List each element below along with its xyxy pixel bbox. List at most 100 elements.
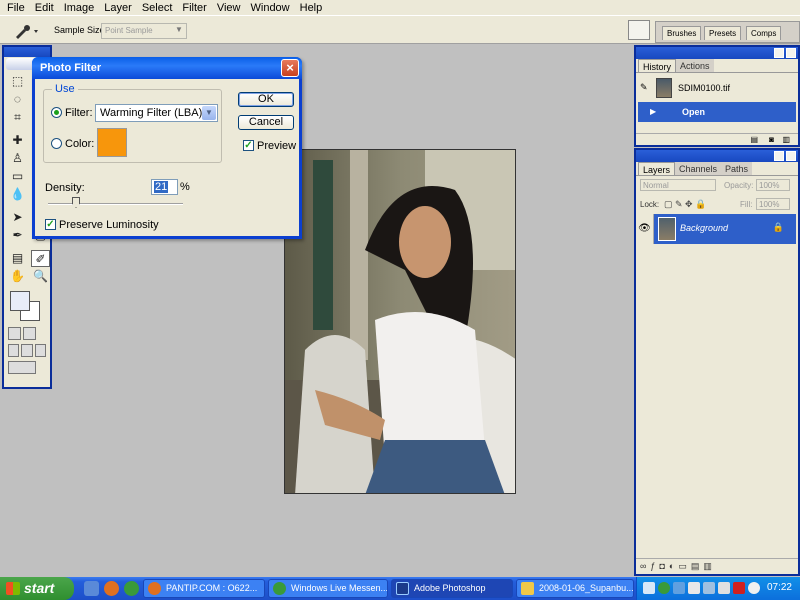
dialog-title-bar[interactable]: Photo Filter × xyxy=(32,57,302,79)
tray-k-icon[interactable] xyxy=(733,582,745,594)
history-palette-title-bar[interactable] xyxy=(636,47,798,59)
foreground-color-swatch[interactable] xyxy=(10,291,30,311)
ok-button[interactable]: OK xyxy=(238,92,294,107)
notes-tool-icon[interactable]: ▤ xyxy=(8,250,27,267)
history-brush-source-icon[interactable]: ✎ xyxy=(640,82,648,93)
tab-channels[interactable]: Channels xyxy=(675,162,722,175)
tray-wifi-icon[interactable] xyxy=(673,582,685,594)
document-canvas-photo[interactable] xyxy=(284,149,516,494)
crop-tool-icon[interactable]: ⌗ xyxy=(8,109,27,126)
filter-select[interactable]: Warming Filter (LBA) ▼ xyxy=(95,104,218,122)
clone-stamp-tool-icon[interactable]: ♙ xyxy=(8,150,27,167)
quick-mask-mode-icon[interactable] xyxy=(23,327,36,340)
eyedropper-tool-icon[interactable]: ✐ xyxy=(31,250,50,267)
path-selection-tool-icon[interactable]: ➤ xyxy=(8,209,27,226)
tab-actions[interactable]: Actions xyxy=(676,59,714,72)
well-tab-comps[interactable]: Comps xyxy=(746,26,782,40)
density-input[interactable]: 21 xyxy=(151,179,178,195)
close-icon[interactable] xyxy=(786,48,796,58)
eye-icon[interactable]: 👁 xyxy=(636,214,654,244)
preview-checkbox[interactable]: ✓ xyxy=(243,140,254,151)
pen-tool-icon[interactable]: ✒ xyxy=(8,227,27,244)
lock-icons[interactable]: ▢ ✎ ✥ 🔒 xyxy=(664,199,706,210)
show-desktop-icon[interactable] xyxy=(84,581,99,596)
cancel-button[interactable]: Cancel xyxy=(238,115,294,130)
screen-mode-full-menu-icon[interactable] xyxy=(21,344,33,357)
density-slider-track[interactable] xyxy=(48,203,183,205)
tray-security-icon[interactable] xyxy=(748,582,760,594)
well-tab-brushes[interactable]: Brushes xyxy=(662,26,702,40)
layer-mask-icon[interactable]: ◘ xyxy=(659,561,664,572)
firefox-icon[interactable] xyxy=(104,581,119,596)
tray-volume-icon[interactable] xyxy=(718,582,730,594)
state-arrow-icon: ▶ xyxy=(650,107,657,116)
layer-row-background[interactable]: 👁 Background 🔒 xyxy=(636,214,796,244)
well-tab-presets[interactable]: Presets xyxy=(704,26,742,40)
history-state-open[interactable]: ▶ Open xyxy=(638,102,796,122)
menu-file[interactable]: File xyxy=(2,2,30,14)
menu-view[interactable]: View xyxy=(212,2,246,14)
task-folder[interactable]: 2008-01-06_Supanbu... xyxy=(516,579,634,598)
blur-tool-icon[interactable]: 💧 xyxy=(8,186,27,203)
blend-mode-select[interactable]: Normal xyxy=(640,179,716,191)
zoom-tool-icon[interactable]: 🔍 xyxy=(31,268,50,285)
eyedropper-tool-preset-icon[interactable] xyxy=(12,23,40,39)
task-messenger[interactable]: Windows Live Messen... xyxy=(268,579,388,598)
new-document-icon[interactable]: ▤ xyxy=(750,135,758,144)
menu-select[interactable]: Select xyxy=(137,2,178,14)
menu-filter[interactable]: Filter xyxy=(177,2,211,14)
tray-network-icon[interactable] xyxy=(643,582,655,594)
color-radio[interactable] xyxy=(51,138,62,149)
sample-size-label: Sample Size: xyxy=(54,25,108,35)
menu-window[interactable]: Window xyxy=(246,2,295,14)
task-pantip[interactable]: PANTIP.COM : O622... xyxy=(143,579,265,598)
trash-icon[interactable]: ▥ xyxy=(703,561,712,572)
eraser-tool-icon[interactable]: ▭ xyxy=(8,168,27,185)
menu-layer[interactable]: Layer xyxy=(99,2,137,14)
tab-paths[interactable]: Paths xyxy=(721,162,753,175)
adjustment-layer-icon[interactable]: ◐ xyxy=(669,561,674,572)
density-slider-thumb[interactable] xyxy=(72,197,80,208)
new-snapshot-icon[interactable]: ◙ xyxy=(769,135,774,144)
start-button[interactable]: start xyxy=(0,577,74,600)
healing-brush-tool-icon[interactable]: ✚ xyxy=(8,132,27,149)
task-photoshop[interactable]: Adobe Photoshop xyxy=(391,579,513,598)
menu-help[interactable]: Help xyxy=(295,2,328,14)
lasso-tool-icon[interactable]: ◌ xyxy=(8,91,27,108)
opacity-input[interactable]: 100% xyxy=(756,179,790,191)
menu-edit[interactable]: Edit xyxy=(30,2,59,14)
messenger-icon[interactable] xyxy=(124,581,139,596)
file-browser-icon[interactable] xyxy=(628,20,650,40)
jump-to-imageready-icon[interactable] xyxy=(8,361,36,374)
sample-size-select[interactable]: Point Sample ▼ xyxy=(101,23,187,39)
new-layer-icon[interactable]: ▤ xyxy=(691,561,700,572)
lock-icon: 🔒 xyxy=(772,222,784,232)
history-snapshot[interactable]: ✎ SDIM0100.tif xyxy=(638,76,796,98)
link-icon[interactable]: ∞ xyxy=(640,561,646,572)
layers-palette-title-bar[interactable] xyxy=(636,150,798,162)
tray-messenger-icon[interactable] xyxy=(658,582,670,594)
tray-display-icon[interactable] xyxy=(688,582,700,594)
preserve-luminosity-checkbox[interactable]: ✓ xyxy=(45,219,56,230)
trash-icon[interactable]: ▥ xyxy=(782,135,790,144)
hand-tool-icon[interactable]: ✋ xyxy=(8,268,27,285)
screen-mode-full-icon[interactable] xyxy=(34,344,46,357)
filter-radio[interactable] xyxy=(51,107,62,118)
layer-style-icon[interactable]: ƒ xyxy=(650,561,655,572)
close-icon[interactable] xyxy=(786,151,796,161)
menu-image[interactable]: Image xyxy=(59,2,100,14)
new-group-icon[interactable]: ▭ xyxy=(678,561,687,572)
screen-mode-standard-icon[interactable] xyxy=(8,344,20,357)
close-icon[interactable]: × xyxy=(281,59,299,77)
minimize-icon[interactable] xyxy=(774,48,784,58)
filter-color-swatch[interactable] xyxy=(97,128,127,157)
standard-mode-icon[interactable] xyxy=(8,327,21,340)
marquee-tool-icon[interactable]: ⬚ xyxy=(8,73,27,90)
tab-layers[interactable]: Layers xyxy=(638,162,676,175)
layer-thumbnail xyxy=(658,217,676,241)
tray-monitor-icon[interactable] xyxy=(703,582,715,594)
tab-history[interactable]: History xyxy=(638,59,677,72)
fill-input[interactable]: 100% xyxy=(756,198,790,210)
minimize-icon[interactable] xyxy=(774,151,784,161)
toolbox-title-bar[interactable] xyxy=(4,47,50,57)
